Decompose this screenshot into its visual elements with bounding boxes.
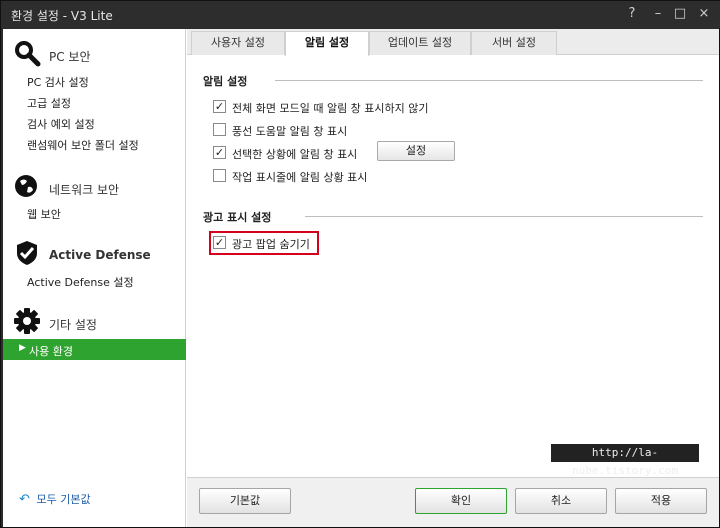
sidebar: PC 보안 PC 검사 설정 고급 설정 검사 예외 설정 랜섬웨어 보안 폴더… xyxy=(3,29,186,527)
triangle-right-icon: ▶ xyxy=(19,343,26,353)
default-button[interactable]: 기본값 xyxy=(199,488,291,514)
checkbox[interactable] xyxy=(213,169,226,182)
magnifier-icon xyxy=(15,41,41,67)
sidebar-item-web-security[interactable]: 웹 보안 xyxy=(27,206,61,222)
tab-user-settings[interactable]: 사용자 설정 xyxy=(191,31,285,55)
window-title: 환경 설정 - V3 Lite xyxy=(11,9,113,23)
tab-update-settings[interactable]: 업데이트 설정 xyxy=(369,31,471,55)
alert-settings-button[interactable]: 설정 xyxy=(377,141,455,161)
group-divider xyxy=(305,216,703,217)
tab-bar: 사용자 설정 알림 설정 업데이트 설정 서버 설정 xyxy=(187,29,719,56)
ok-button[interactable]: 확인 xyxy=(415,488,507,514)
sidebar-item-ransomware-folder[interactable]: 랜섬웨어 보안 폴더 설정 xyxy=(27,137,139,153)
sidebar-section-other-settings[interactable]: 기타 설정 xyxy=(13,307,183,337)
highlight-box xyxy=(209,231,319,255)
checkbox[interactable]: ✓ xyxy=(213,100,226,113)
help-button[interactable]: ? xyxy=(623,5,641,23)
sidebar-section-label: 기타 설정 xyxy=(49,318,97,332)
ad-group-title: 광고 표시 설정 xyxy=(203,211,272,224)
sidebar-section-label: Active Defense xyxy=(49,248,151,262)
undo-icon: ↶ xyxy=(19,492,30,507)
sidebar-section-pc-security[interactable]: PC 보안 xyxy=(13,39,183,69)
gear-icon xyxy=(14,308,40,334)
minimize-button[interactable]: – xyxy=(649,5,667,23)
sidebar-item-advanced[interactable]: 고급 설정 xyxy=(27,95,71,111)
option-label: 전체 화면 모드일 때 알림 창 표시하지 않기 xyxy=(232,102,429,115)
reset-all-label: 모두 기본값 xyxy=(36,493,91,506)
footer-bar: 기본값 확인 취소 적용 xyxy=(187,477,719,527)
tab-server-settings[interactable]: 서버 설정 xyxy=(471,31,557,55)
globe-icon xyxy=(15,175,37,197)
shield-check-icon xyxy=(17,241,37,265)
apply-button[interactable]: 적용 xyxy=(615,488,707,514)
option-label: 작업 표시줄에 알림 상황 표시 xyxy=(232,171,368,184)
sidebar-section-network-security[interactable]: 네트워크 보안 xyxy=(13,172,183,202)
sidebar-section-label: PC 보안 xyxy=(49,50,91,64)
sidebar-section-label: 네트워크 보안 xyxy=(49,183,120,197)
watermark: http://la-nube.tistory.com xyxy=(551,444,699,477)
reset-all-button[interactable]: ↶ 모두 기본값 xyxy=(19,491,91,507)
tab-alert-settings[interactable]: 알림 설정 xyxy=(285,31,369,56)
maximize-button[interactable]: □ xyxy=(671,5,689,23)
option-label: 선택한 상황에 알림 창 표시 xyxy=(232,148,358,161)
option-label: 풍선 도움말 알림 창 표시 xyxy=(232,125,348,138)
settings-window: 환경 설정 - V3 Lite ? – □ × PC 보안 PC 검사 설정 고… xyxy=(0,0,720,528)
sidebar-section-active-defense[interactable]: Active Defense xyxy=(13,239,183,269)
checkbox[interactable] xyxy=(213,123,226,136)
group-divider xyxy=(275,80,703,81)
sidebar-item-pc-scan[interactable]: PC 검사 설정 xyxy=(27,74,89,90)
title-bar: 환경 설정 - V3 Lite ? – □ × xyxy=(1,1,720,28)
close-button[interactable]: × xyxy=(695,5,713,23)
cancel-button[interactable]: 취소 xyxy=(515,488,607,514)
sidebar-item-scan-exceptions[interactable]: 검사 예외 설정 xyxy=(27,116,95,132)
sidebar-item-usage-environment[interactable]: ▶ 사용 환경 xyxy=(3,339,186,360)
sidebar-item-label: 사용 환경 xyxy=(29,345,73,358)
checkbox[interactable]: ✓ xyxy=(213,146,226,159)
sidebar-item-active-defense-settings[interactable]: Active Defense 설정 xyxy=(27,274,134,290)
alert-group-title: 알림 설정 xyxy=(203,75,248,88)
